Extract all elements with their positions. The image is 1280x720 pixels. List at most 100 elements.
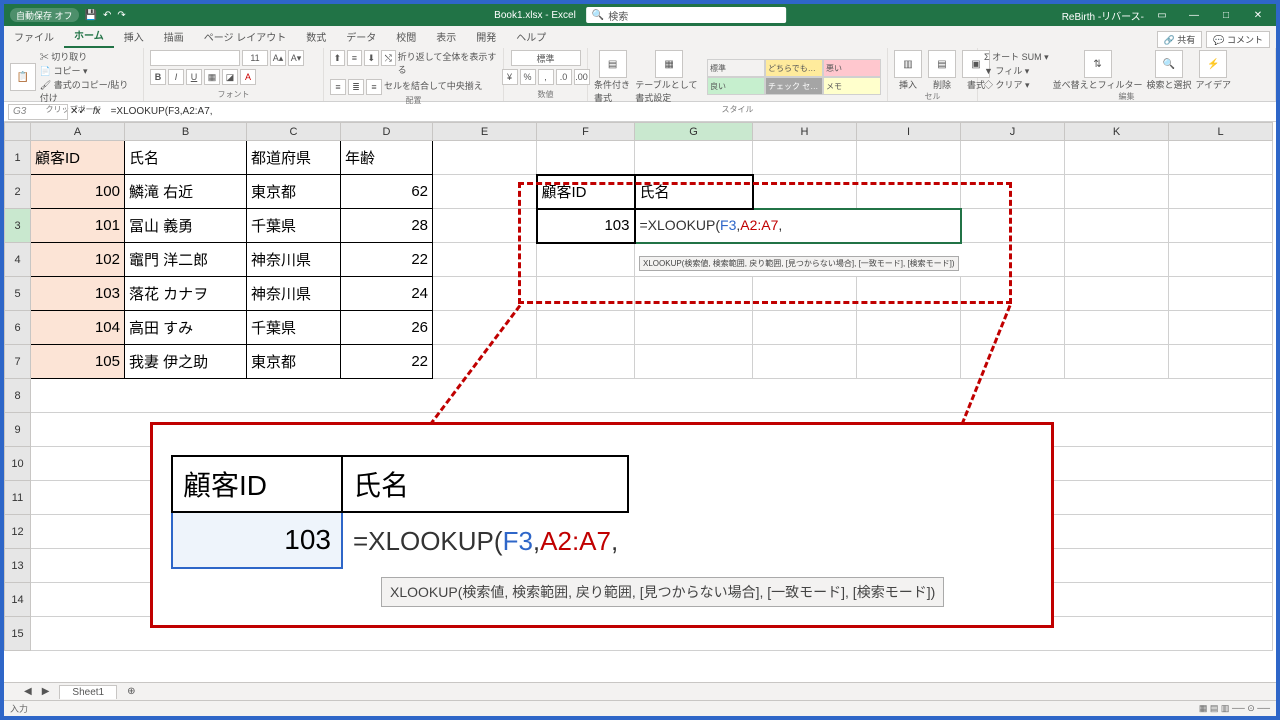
cell[interactable] <box>31 379 1273 413</box>
cell[interactable]: 26 <box>341 311 433 345</box>
fx-icon[interactable]: fx <box>87 106 107 117</box>
cell[interactable]: 竈門 洋二郎 <box>125 243 247 277</box>
cell[interactable]: 千葉県 <box>247 209 341 243</box>
col-header[interactable]: H <box>753 123 857 141</box>
cell[interactable] <box>1065 345 1169 379</box>
save-icon[interactable]: 💾 <box>85 10 97 21</box>
cancel-formula-icon[interactable]: ✕ <box>70 106 78 117</box>
row-header[interactable]: 13 <box>5 549 31 583</box>
select-all-corner[interactable] <box>5 123 31 141</box>
col-header[interactable]: B <box>125 123 247 141</box>
sheet-tab[interactable]: Sheet1 <box>59 685 117 699</box>
cell[interactable] <box>433 311 537 345</box>
cell[interactable] <box>961 345 1065 379</box>
delete-cells-button[interactable]: ▤ <box>928 50 956 78</box>
cell[interactable] <box>1169 243 1273 277</box>
align-top-icon[interactable]: ⬆ <box>330 50 345 66</box>
row-header[interactable]: 4 <box>5 243 31 277</box>
search-box[interactable]: 🔍 検索 <box>586 7 786 23</box>
sheet-nav-next-icon[interactable]: ▶ <box>42 686 50 697</box>
comments-button[interactable]: 💬 コメント <box>1206 31 1270 48</box>
increase-font-icon[interactable]: A▴ <box>270 50 286 66</box>
ideas-button[interactable]: ⚡ <box>1199 50 1227 78</box>
cell[interactable]: 千葉県 <box>247 311 341 345</box>
col-header[interactable]: J <box>961 123 1065 141</box>
format-painter-button[interactable]: 🖌 書式のコピー/貼り付け <box>40 78 137 104</box>
view-normal-icon[interactable]: ▦ <box>1199 703 1208 713</box>
style-bad[interactable]: 悪い <box>823 59 881 77</box>
tab-layout[interactable]: ページ レイアウト <box>194 25 297 48</box>
cell[interactable]: 年齢 <box>341 141 433 175</box>
tab-help[interactable]: ヘルプ <box>506 25 556 48</box>
cell[interactable]: 神奈川県 <box>247 243 341 277</box>
cell[interactable] <box>857 345 961 379</box>
style-neutral[interactable]: どちらでも… <box>765 59 823 77</box>
col-header[interactable]: K <box>1065 123 1169 141</box>
cell[interactable]: 62 <box>341 175 433 209</box>
font-color-icon[interactable]: A <box>240 69 256 85</box>
cell[interactable] <box>1065 175 1169 209</box>
col-header[interactable]: A <box>31 123 125 141</box>
tab-view[interactable]: 表示 <box>426 25 466 48</box>
dec-inc-icon[interactable]: .0 <box>556 69 572 85</box>
row-header[interactable]: 5 <box>5 277 31 311</box>
row-header[interactable]: 6 <box>5 311 31 345</box>
name-box[interactable]: G3 <box>8 104 68 120</box>
tab-formulas[interactable]: 数式 <box>296 25 336 48</box>
cell[interactable]: 28 <box>341 209 433 243</box>
col-header[interactable]: L <box>1169 123 1273 141</box>
enter-formula-icon[interactable]: ✓ <box>78 106 86 117</box>
cell[interactable]: 103 <box>31 277 125 311</box>
style-check[interactable]: チェック セ… <box>765 77 823 95</box>
autosave-toggle[interactable]: 自動保存 オフ <box>10 8 79 22</box>
tab-data[interactable]: データ <box>336 25 386 48</box>
formula-input[interactable]: =XLOOKUP(F3,A2:A7, <box>107 106 1276 117</box>
cell[interactable] <box>635 311 753 345</box>
style-note[interactable]: メモ <box>823 77 881 95</box>
row-header[interactable]: 10 <box>5 447 31 481</box>
cell[interactable] <box>635 345 753 379</box>
cell[interactable]: 24 <box>341 277 433 311</box>
cell[interactable]: 102 <box>31 243 125 277</box>
row-header[interactable]: 2 <box>5 175 31 209</box>
cell[interactable] <box>635 141 753 175</box>
wrap-text-button[interactable]: 折り返して全体を表示する <box>398 50 497 76</box>
currency-icon[interactable]: ¥ <box>502 69 518 85</box>
cell[interactable] <box>1169 277 1273 311</box>
align-center-icon[interactable]: ≣ <box>348 79 364 95</box>
tab-insert[interactable]: 挿入 <box>114 25 154 48</box>
orient-icon[interactable]: ⤭ <box>381 50 396 66</box>
cell[interactable]: 101 <box>31 209 125 243</box>
undo-icon[interactable]: ↶ <box>103 10 111 21</box>
font-size-select[interactable]: 11 <box>242 50 268 66</box>
cell[interactable] <box>1169 209 1273 243</box>
style-normal[interactable]: 標準 <box>707 59 765 77</box>
cell[interactable] <box>433 141 537 175</box>
cell[interactable] <box>1169 141 1273 175</box>
cell[interactable]: 都道府県 <box>247 141 341 175</box>
tab-dev[interactable]: 開発 <box>466 25 506 48</box>
zoom-slider[interactable]: ── ⊙ ── <box>1232 703 1270 713</box>
sort-filter-button[interactable]: ⇅ <box>1084 50 1112 78</box>
view-layout-icon[interactable]: ▤ <box>1210 703 1219 713</box>
copy-button[interactable]: 📄 コピー ▾ <box>40 64 137 77</box>
autosum-button[interactable]: Σ オート SUM ▾ <box>984 50 1049 63</box>
fill-color-icon[interactable]: ◪ <box>222 69 238 85</box>
cell[interactable]: 落花 カナヲ <box>125 277 247 311</box>
row-header[interactable]: 8 <box>5 379 31 413</box>
underline-icon[interactable]: U <box>186 69 202 85</box>
tab-file[interactable]: ファイル <box>4 25 64 48</box>
close-icon[interactable]: ✕ <box>1244 4 1272 26</box>
cell[interactable]: 氏名 <box>125 141 247 175</box>
cell[interactable] <box>857 311 961 345</box>
clear-button[interactable]: ◇ クリア ▾ <box>984 78 1049 91</box>
align-left-icon[interactable]: ≡ <box>330 79 346 95</box>
cell[interactable] <box>537 345 635 379</box>
cell[interactable]: 高田 すみ <box>125 311 247 345</box>
cell[interactable]: 22 <box>341 243 433 277</box>
percent-icon[interactable]: % <box>520 69 536 85</box>
cut-button[interactable]: ✂ 切り取り <box>40 50 137 63</box>
fill-button[interactable]: ▼ フィル ▾ <box>984 64 1049 77</box>
redo-icon[interactable]: ↷ <box>117 10 125 21</box>
tab-review[interactable]: 校閲 <box>386 25 426 48</box>
